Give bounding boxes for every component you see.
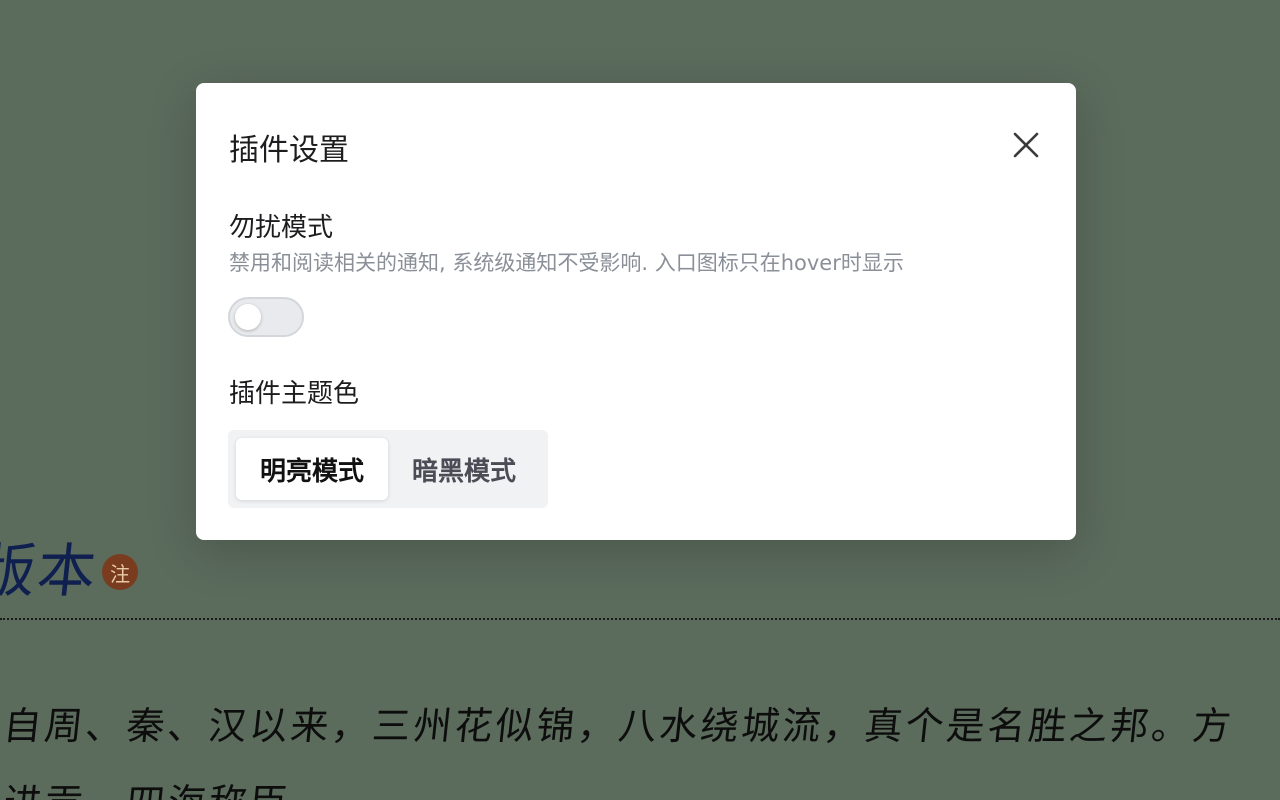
toggle-knob bbox=[235, 304, 261, 330]
dnd-toggle[interactable] bbox=[228, 297, 304, 337]
dialog-title: 插件设置 bbox=[229, 133, 349, 168]
theme-segmented-control: 明亮模式 暗黑模式 bbox=[228, 430, 548, 508]
reader-page: 版本 注 自周、秦、汉以来，三州花似锦，八水绕城流，真个是名胜之邦。方 进贡，四… bbox=[0, 0, 1280, 800]
theme-option-dark[interactable]: 暗黑模式 bbox=[388, 438, 540, 500]
theme-section-title: 插件主题色 bbox=[229, 379, 360, 409]
dotted-divider bbox=[0, 618, 1280, 620]
close-icon bbox=[1013, 132, 1039, 158]
close-button[interactable] bbox=[1008, 127, 1044, 163]
dnd-description: 禁用和阅读相关的通知, 系统级通知不受影响. 入口图标只在hover时显示 bbox=[229, 251, 904, 275]
annotation-badge[interactable]: 注 bbox=[102, 554, 138, 590]
theme-option-light[interactable]: 明亮模式 bbox=[236, 438, 388, 500]
plugin-settings-dialog: 插件设置 勿扰模式 禁用和阅读相关的通知, 系统级通知不受影响. 入口图标只在h… bbox=[196, 83, 1076, 540]
dnd-section-title: 勿扰模式 bbox=[229, 213, 334, 243]
body-text-line: 自周、秦、汉以来，三州花似锦，八水绕城流，真个是名胜之邦。方 bbox=[1, 704, 1236, 748]
body-text-line: 进贡，四海称臣 bbox=[1, 772, 294, 800]
chapter-heading: 版本 bbox=[0, 537, 102, 605]
